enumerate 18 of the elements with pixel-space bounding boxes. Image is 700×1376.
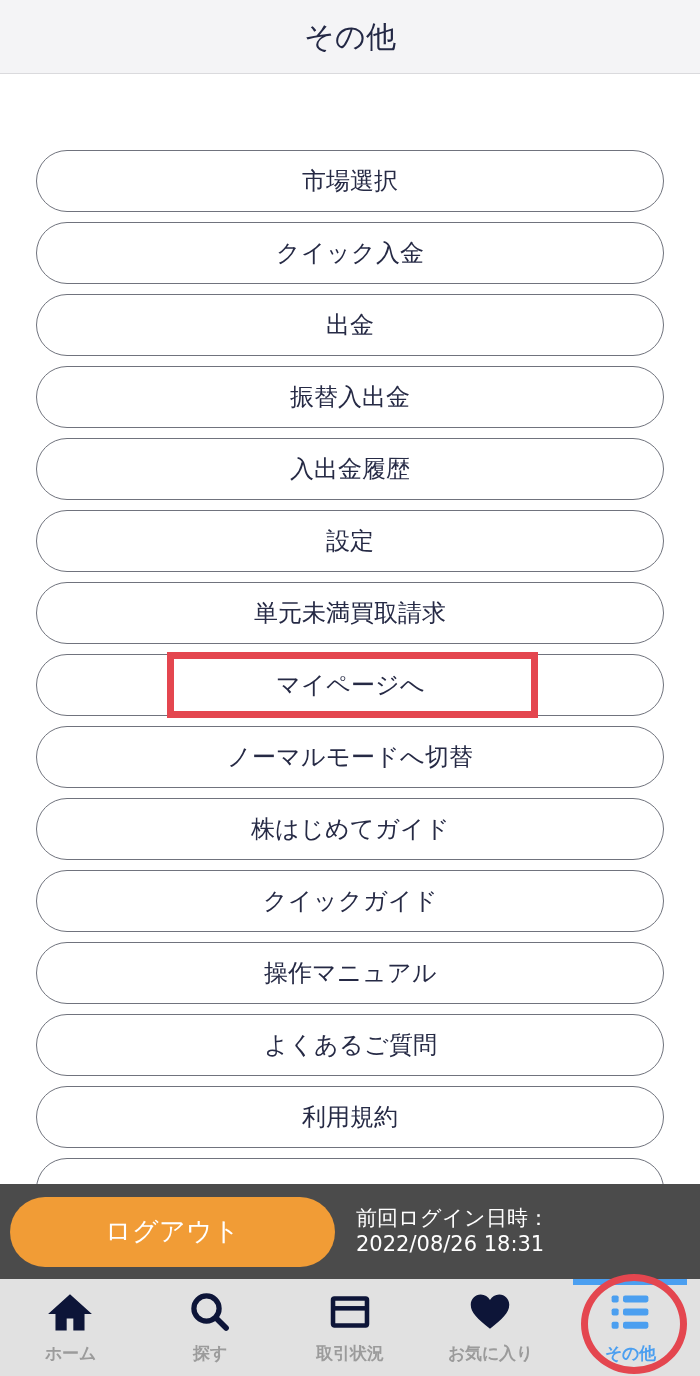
- menu-button[interactable]: 出金: [36, 294, 664, 356]
- last-login-label: 前回ログイン日時：: [356, 1206, 549, 1232]
- menu-button[interactable]: よくあるご質問: [36, 1014, 664, 1076]
- menu-button[interactable]: 操作マニュアル: [36, 942, 664, 1004]
- search-icon: [188, 1291, 232, 1333]
- menu-button[interactable]: 単元未満買取請求: [36, 582, 664, 644]
- menu-button[interactable]: ノーマルモードへ切替: [36, 726, 664, 788]
- last-login-time: 2022/08/26 18:31: [356, 1231, 546, 1257]
- menu-button[interactable]: 株はじめてガイド: [36, 798, 664, 860]
- menu-button[interactable]: 振替入出金: [36, 366, 664, 428]
- menu-button[interactable]: クイック入金: [36, 222, 664, 284]
- menu-button[interactable]: 設定: [36, 510, 664, 572]
- menu-button[interactable]: 市場選択: [36, 150, 664, 212]
- menu-button[interactable]: クイックガイド: [36, 870, 664, 932]
- menu-button[interactable]: マイページへ: [36, 654, 664, 716]
- page-title: その他: [304, 18, 396, 55]
- menu-button[interactable]: 入出金履歴: [36, 438, 664, 500]
- menu-button[interactable]: 利用規約: [36, 1086, 664, 1148]
